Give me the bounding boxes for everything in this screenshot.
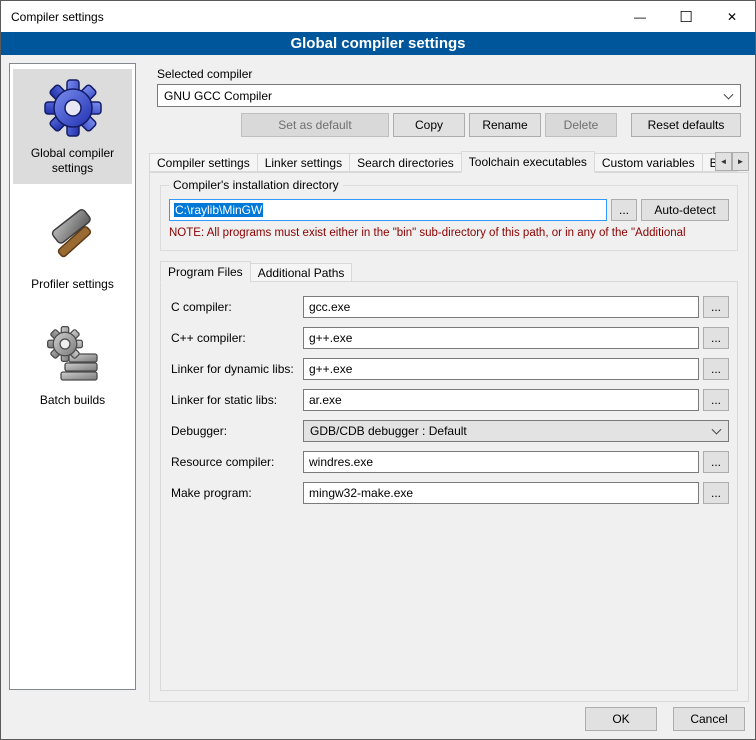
field-row-make-program: Make program: ... <box>171 482 729 504</box>
subtab-additional-paths[interactable]: Additional Paths <box>250 263 353 282</box>
debugger-label: Debugger: <box>171 424 303 438</box>
resource-compiler-input[interactable] <box>303 451 699 473</box>
toolchain-executables-panel: Compiler's installation directory C:\ray… <box>149 172 749 702</box>
sidebar-item-label: Profiler settings <box>31 277 114 292</box>
sidebar-item-profiler-settings[interactable]: Profiler settings <box>13 200 132 300</box>
resource-compiler-label: Resource compiler: <box>171 455 303 469</box>
installation-directory-group-title: Compiler's installation directory <box>169 178 343 192</box>
static-linker-browse-button[interactable]: ... <box>703 389 729 411</box>
field-row-cpp-compiler: C++ compiler: ... <box>171 327 729 349</box>
settings-tab-strip: Compiler settings Linker settings Search… <box>149 151 749 172</box>
c-compiler-browse-button[interactable]: ... <box>703 296 729 318</box>
c-compiler-input[interactable] <box>303 296 699 318</box>
static-linker-input[interactable] <box>303 389 699 411</box>
autodetect-button[interactable]: Auto-detect <box>641 199 729 221</box>
gray-gears-icon <box>41 322 105 386</box>
compiler-settings-dialog: Compiler settings — ☐ ✕ Global compiler … <box>0 0 756 740</box>
cpp-compiler-label: C++ compiler: <box>171 331 303 345</box>
reset-defaults-button[interactable]: Reset defaults <box>631 113 741 137</box>
c-compiler-label: C compiler: <box>171 300 303 314</box>
ok-button[interactable]: OK <box>585 707 657 731</box>
copy-button[interactable]: Copy <box>393 113 465 137</box>
tab-search-directories[interactable]: Search directories <box>349 153 462 172</box>
debugger-select[interactable]: GDB/CDB debugger : Default <box>303 420 729 442</box>
cancel-button[interactable]: Cancel <box>673 707 745 731</box>
resource-compiler-browse-button[interactable]: ... <box>703 451 729 473</box>
field-row-debugger: Debugger: GDB/CDB debugger : Default <box>171 420 729 442</box>
minimize-button[interactable]: — <box>617 1 663 32</box>
window-controls: — ☐ ✕ <box>617 1 755 32</box>
field-row-static-linker: Linker for static libs: ... <box>171 389 729 411</box>
sidebar-item-global-compiler-settings[interactable]: Global compiler settings <box>13 69 132 184</box>
blue-gear-icon <box>41 75 105 139</box>
cpp-compiler-input[interactable] <box>303 327 699 349</box>
tab-scroll-left-icon[interactable]: ◄ <box>715 152 732 171</box>
tab-scroll-buttons: ◄ ► <box>715 152 749 171</box>
install-dir-note: NOTE: All programs must exist either in … <box>169 227 733 239</box>
rename-button[interactable]: Rename <box>469 113 541 137</box>
program-files-panel: C compiler: ... C++ compiler: ... Linker… <box>160 281 738 691</box>
window-title: Compiler settings <box>11 10 104 24</box>
make-program-input[interactable] <box>303 482 699 504</box>
selected-compiler-label: Selected compiler <box>157 67 252 81</box>
hammer-icon <box>41 206 105 270</box>
maximize-button[interactable]: ☐ <box>663 1 709 32</box>
delete-button[interactable]: Delete <box>545 113 617 137</box>
tab-custom-variables[interactable]: Custom variables <box>594 153 703 172</box>
set-as-default-button[interactable]: Set as default <box>241 113 389 137</box>
dynamic-linker-browse-button[interactable]: ... <box>703 358 729 380</box>
subtab-program-files[interactable]: Program Files <box>160 261 251 283</box>
install-dir-value: C:\raylib\MinGW <box>174 203 263 217</box>
chevron-down-icon <box>712 425 722 435</box>
dynamic-linker-input[interactable] <box>303 358 699 380</box>
cpp-compiler-browse-button[interactable]: ... <box>703 327 729 349</box>
program-files-tab-strip: Program Files Additional Paths <box>160 261 352 282</box>
compiler-select-value: GNU GCC Compiler <box>164 89 272 103</box>
make-program-label: Make program: <box>171 486 303 500</box>
compiler-actions: Set as default Copy Rename Delete Reset … <box>157 113 741 137</box>
field-row-dynamic-linker: Linker for dynamic libs: ... <box>171 358 729 380</box>
install-dir-input[interactable]: C:\raylib\MinGW <box>169 199 607 221</box>
tab-scroll-right-icon[interactable]: ► <box>732 152 749 171</box>
tab-compiler-settings[interactable]: Compiler settings <box>149 153 258 172</box>
sidebar-item-label: Batch builds <box>40 393 105 408</box>
field-row-c-compiler: C compiler: ... <box>171 296 729 318</box>
close-button[interactable]: ✕ <box>709 1 755 32</box>
chevron-down-icon <box>724 89 734 99</box>
sidebar-item-batch-builds[interactable]: Batch builds <box>13 316 132 416</box>
dialog-footer: OK Cancel <box>585 707 745 731</box>
field-row-resource-compiler: Resource compiler: ... <box>171 451 729 473</box>
sidebar-item-label: Global compiler settings <box>15 146 130 176</box>
tab-linker-settings[interactable]: Linker settings <box>257 153 350 172</box>
page-title: Global compiler settings <box>1 32 755 55</box>
title-bar: Compiler settings — ☐ ✕ <box>1 1 755 32</box>
compiler-select[interactable]: GNU GCC Compiler <box>157 84 741 107</box>
make-program-browse-button[interactable]: ... <box>703 482 729 504</box>
tab-toolchain-executables[interactable]: Toolchain executables <box>461 151 595 173</box>
settings-category-list: Global compiler settings <box>9 63 136 690</box>
static-linker-label: Linker for static libs: <box>171 393 303 407</box>
dynamic-linker-label: Linker for dynamic libs: <box>171 362 303 376</box>
debugger-select-value: GDB/CDB debugger : Default <box>310 424 467 438</box>
installation-directory-group: Compiler's installation directory C:\ray… <box>160 185 738 251</box>
install-dir-browse-button[interactable]: ... <box>611 199 637 221</box>
